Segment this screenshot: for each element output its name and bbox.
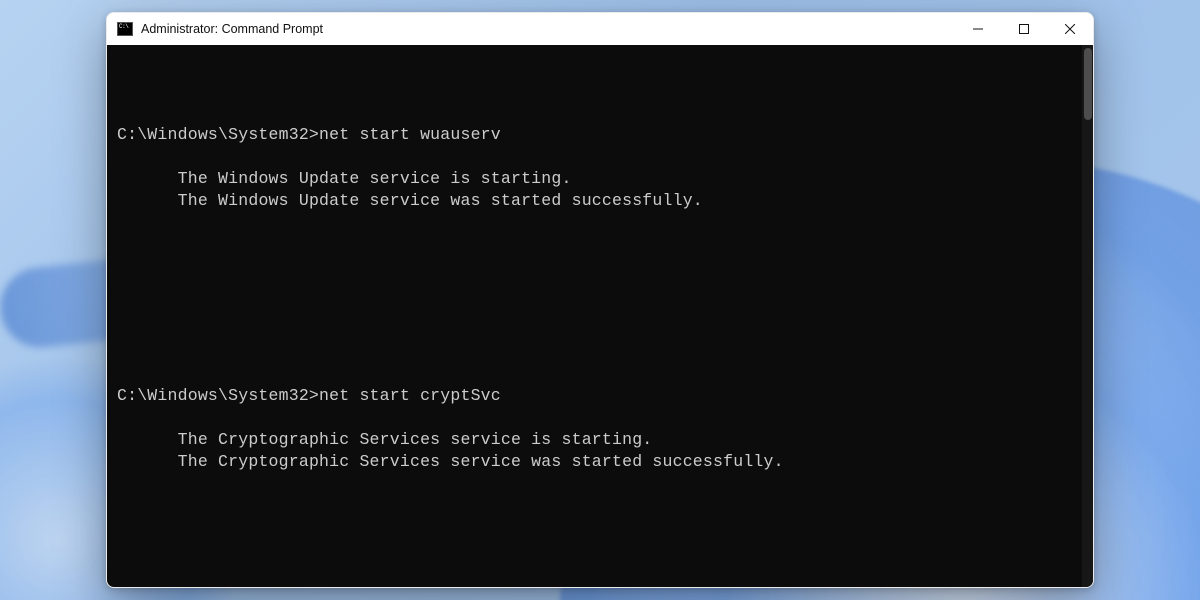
- blank-line: [117, 560, 1072, 582]
- terminal-output[interactable]: C:\Windows\System32>net start wuauserv T…: [107, 45, 1082, 587]
- terminal-area[interactable]: C:\Windows\System32>net start wuauserv T…: [107, 45, 1093, 587]
- output-line: The Cryptographic Services service is st…: [178, 430, 653, 449]
- command-line: C:\Windows\System32>net start cryptSvc: [117, 385, 1072, 407]
- titlebar-left: Administrator: Command Prompt: [107, 22, 323, 36]
- scrollbar-thumb[interactable]: [1084, 48, 1092, 120]
- close-button[interactable]: [1047, 13, 1093, 45]
- maximize-icon: [1019, 24, 1029, 34]
- output-line: The Windows Update service is starting.: [178, 169, 572, 188]
- blank-line: [117, 494, 1072, 516]
- window-title: Administrator: Command Prompt: [141, 22, 323, 36]
- output-line: The Cryptographic Services service was s…: [178, 452, 784, 471]
- command-text: net start cryptSvc: [319, 386, 501, 405]
- close-icon: [1065, 24, 1075, 34]
- command-prompt-icon: [117, 22, 133, 36]
- blank-line: [117, 298, 1072, 320]
- titlebar[interactable]: Administrator: Command Prompt: [107, 13, 1093, 45]
- maximize-button[interactable]: [1001, 13, 1047, 45]
- command-prompt-window: Administrator: Command Prompt C:\Windows…: [106, 12, 1094, 588]
- scrollbar-track[interactable]: [1082, 45, 1093, 587]
- blank-line: [117, 233, 1072, 255]
- command-text: net start wuauserv: [319, 125, 501, 144]
- minimize-icon: [973, 24, 983, 34]
- prompt: C:\Windows\System32>: [117, 125, 319, 144]
- output-line: The Windows Update service was started s…: [178, 191, 703, 210]
- command-line: C:\Windows\System32>net start wuauserv: [117, 124, 1072, 146]
- minimize-button[interactable]: [955, 13, 1001, 45]
- prompt: C:\Windows\System32>: [117, 386, 319, 405]
- window-controls: [955, 13, 1093, 45]
